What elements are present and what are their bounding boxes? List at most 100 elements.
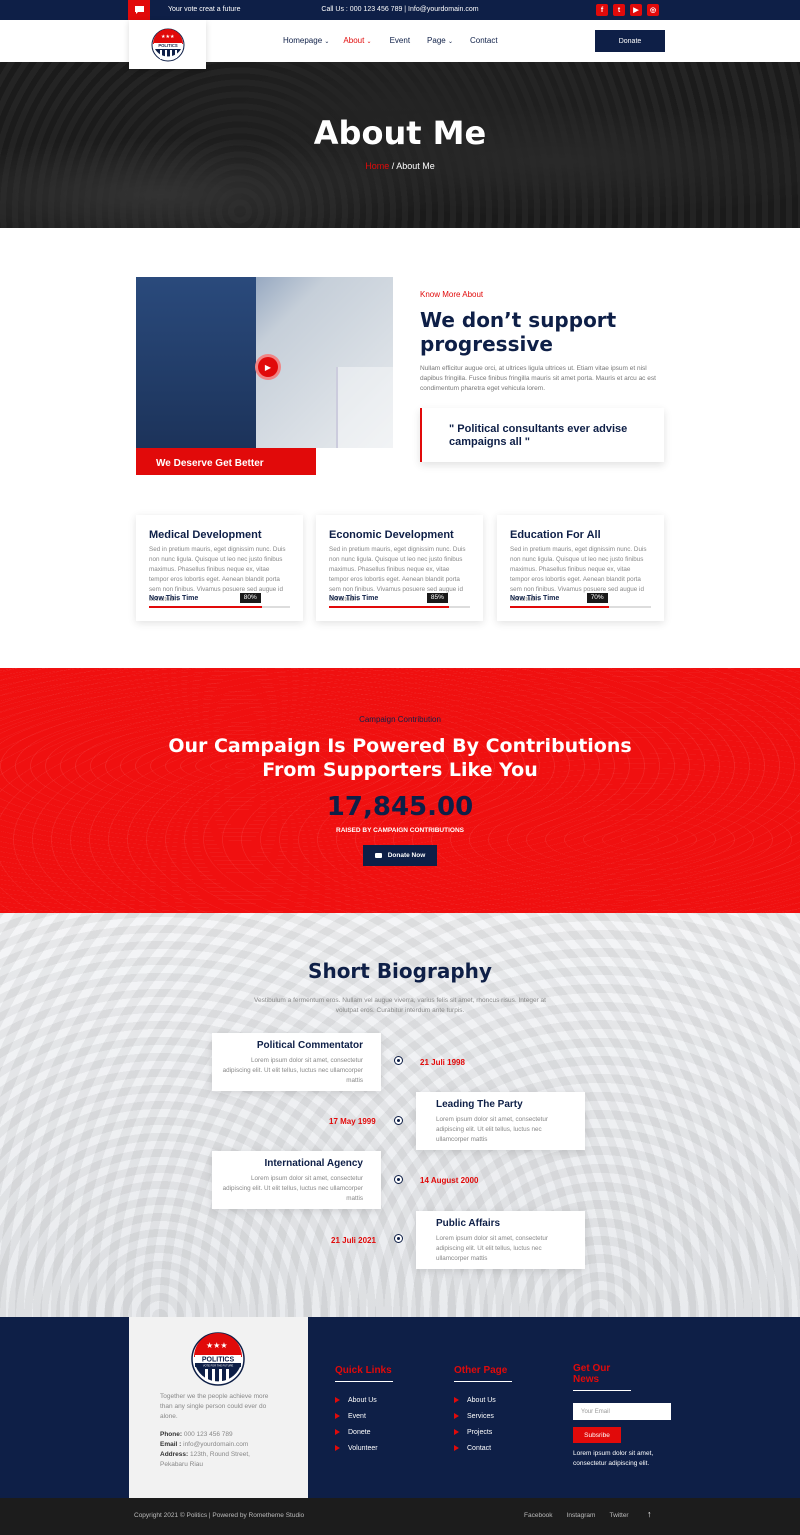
nav-page[interactable]: Page ⌄ bbox=[427, 36, 453, 45]
progress-fill bbox=[329, 606, 449, 608]
chevron-down-icon: ⌄ bbox=[366, 39, 372, 45]
svg-text:★★★: ★★★ bbox=[161, 34, 175, 40]
wallet-icon bbox=[374, 853, 382, 858]
donate-now-label: Donate Now bbox=[387, 852, 426, 859]
quick-links-title: Quick Links bbox=[335, 1365, 393, 1382]
timeline-date: 17 May 1999 bbox=[329, 1117, 376, 1126]
footer-about: ★★★ POLITICS VOTE FOR THE FUTURE Togethe… bbox=[129, 1317, 308, 1498]
other-pages: Other Page About Us Services Projects Co… bbox=[454, 1365, 512, 1456]
campaign-raised-label: RAISED BY CAMPAIGN CONTRIBUTIONS bbox=[336, 827, 464, 834]
arrow-right-icon bbox=[454, 1445, 459, 1451]
arrow-right-icon bbox=[335, 1445, 340, 1451]
section-intro: Vestibulum a fermentum eros. Nullam vel … bbox=[254, 997, 546, 1014]
quote-box: " Political consultants ever advise camp… bbox=[420, 408, 664, 462]
nav-contact[interactable]: Contact bbox=[470, 36, 498, 45]
footer-link-label: Donete bbox=[348, 1428, 371, 1436]
program-card: Medical Development Sed in pretium mauri… bbox=[136, 515, 303, 621]
timeline-text: Lorem ipsum dolor sit amet, consectetur … bbox=[436, 1235, 548, 1262]
site-logo[interactable]: ★★★ POLITICS bbox=[129, 20, 206, 69]
footer-link-label: Volunteer bbox=[348, 1444, 378, 1452]
progress-fill bbox=[149, 606, 262, 608]
footer-logo[interactable]: ★★★ POLITICS VOTE FOR THE FUTURE bbox=[191, 1331, 245, 1393]
footer-link[interactable]: Volunteer bbox=[335, 1440, 393, 1456]
facebook-icon[interactable]: f bbox=[596, 4, 608, 16]
play-icon: ▶ bbox=[264, 362, 272, 372]
donate-button[interactable]: Donate bbox=[595, 30, 665, 52]
play-video-button[interactable]: ▶ bbox=[255, 354, 281, 380]
page-title: About Me bbox=[313, 114, 487, 152]
footer-link[interactable]: About Us bbox=[454, 1392, 512, 1408]
campaign-kicker: Campaign Contribution bbox=[359, 715, 441, 724]
twitter-icon[interactable]: t bbox=[613, 4, 625, 16]
nav-event[interactable]: Event bbox=[390, 36, 410, 45]
progress-percent: 85% bbox=[426, 593, 448, 603]
main-nav: Homepage ⌄ About ⌄ Event Page ⌄ Contact bbox=[283, 36, 498, 45]
footer-link-label: About Us bbox=[467, 1396, 496, 1404]
timeline-title: Public Affairs bbox=[436, 1218, 501, 1229]
footer-link[interactable]: Contact bbox=[454, 1440, 512, 1456]
bottom-link-instagram[interactable]: Instagram bbox=[567, 1512, 596, 1519]
top-bar: Your vote creat a future Call Us : 000 1… bbox=[0, 0, 800, 20]
timeline-dot-icon bbox=[394, 1056, 403, 1065]
nav-event-label: Event bbox=[389, 36, 411, 45]
other-pages-title: Other Page bbox=[454, 1365, 512, 1382]
breadcrumb-home[interactable]: Home bbox=[365, 161, 389, 171]
footer-link-label: Services bbox=[467, 1412, 494, 1420]
subscribe-button[interactable]: Subsribe bbox=[573, 1427, 621, 1443]
footer-link[interactable]: Event bbox=[335, 1408, 393, 1424]
newsletter-email-input[interactable]: Your Email bbox=[573, 1403, 671, 1420]
donate-now-button[interactable]: Donate Now bbox=[363, 845, 437, 866]
phone-value: 000 123 456 789 bbox=[182, 1431, 233, 1438]
chevron-down-icon: ⌄ bbox=[324, 39, 330, 45]
email-value[interactable]: info@yourdomain.com bbox=[181, 1441, 248, 1448]
footer-phone: Phone: 000 123 456 789 bbox=[160, 1430, 308, 1440]
footer-link[interactable]: Projects bbox=[454, 1424, 512, 1440]
footer-link[interactable]: Donete bbox=[335, 1424, 393, 1440]
arrow-right-icon bbox=[335, 1429, 340, 1435]
about-title: We don’t support progressive bbox=[420, 308, 617, 356]
footer-link[interactable]: About Us bbox=[335, 1392, 393, 1408]
contact-info: Call Us : 000 123 456 789 | Info@yourdom… bbox=[321, 6, 479, 13]
timeline-date: 14 August 2000 bbox=[420, 1176, 479, 1185]
breadcrumb-current: About Me bbox=[396, 161, 435, 171]
footer-link-label: Projects bbox=[467, 1428, 493, 1436]
nav-about[interactable]: About ⌄ bbox=[343, 36, 371, 45]
bottom-social-links: Facebook Instagram Twitter bbox=[524, 1512, 629, 1519]
back-to-top-icon[interactable]: ↑ bbox=[647, 1509, 652, 1519]
footer: ★★★ POLITICS VOTE FOR THE FUTURE Togethe… bbox=[0, 1317, 800, 1498]
timeline-title: Leading The Party bbox=[436, 1099, 523, 1110]
card-title: Medical Development bbox=[149, 529, 262, 541]
email-label: Email : bbox=[160, 1441, 182, 1448]
footer-link[interactable]: Services bbox=[454, 1408, 512, 1424]
newsletter-title: Get Our News bbox=[573, 1363, 631, 1391]
hero-banner: About Me Home / About Me bbox=[0, 62, 800, 228]
campaign-headline-line-1: Our Campaign Is Powered By Contributions bbox=[168, 735, 632, 757]
instagram-icon[interactable]: ◎ bbox=[647, 4, 659, 16]
nav-homepage[interactable]: Homepage ⌄ bbox=[283, 36, 329, 45]
logo-text: POLITICS bbox=[158, 43, 178, 48]
phone-label: Phone: bbox=[160, 1431, 183, 1438]
image-caption: We Deserve Get Better bbox=[136, 448, 316, 475]
about-text: Nullam efficitur augue orci, at ultrices… bbox=[420, 365, 656, 392]
biography-section: Short Biography Vestibulum a fermentum e… bbox=[0, 913, 800, 1317]
card-title: Economic Development bbox=[329, 529, 454, 541]
logo-emblem-icon: ★★★ POLITICS VOTE FOR THE FUTURE bbox=[191, 1332, 245, 1386]
bottom-link-facebook[interactable]: Facebook bbox=[524, 1512, 553, 1519]
newsletter: Get Our News Your Email Subsribe Lorem i… bbox=[573, 1363, 683, 1469]
youtube-icon[interactable]: ▶ bbox=[630, 4, 642, 16]
arrow-right-icon bbox=[335, 1397, 340, 1403]
program-card: Education For All Sed in pretium mauris,… bbox=[497, 515, 664, 621]
progress-label: Now This Time bbox=[149, 595, 199, 602]
progress-percent: 70% bbox=[586, 593, 608, 603]
copyright: Copyright 2021 © Politics | Powered by R… bbox=[134, 1512, 305, 1519]
timeline-card: International Agency Lorem ipsum dolor s… bbox=[212, 1151, 381, 1209]
footer-description: Together we the people achieve more than… bbox=[160, 1393, 269, 1420]
section-kicker: Know More About bbox=[420, 290, 484, 299]
progress-bar bbox=[510, 606, 651, 608]
podium-shape bbox=[336, 367, 393, 448]
arrow-right-icon bbox=[454, 1413, 459, 1419]
address-label: Address: bbox=[160, 1451, 189, 1458]
progress-percent: 80% bbox=[239, 593, 261, 603]
bottom-link-twitter[interactable]: Twitter bbox=[609, 1512, 628, 1519]
campaign-headline-line-2: From Supporters Like You bbox=[262, 759, 538, 781]
